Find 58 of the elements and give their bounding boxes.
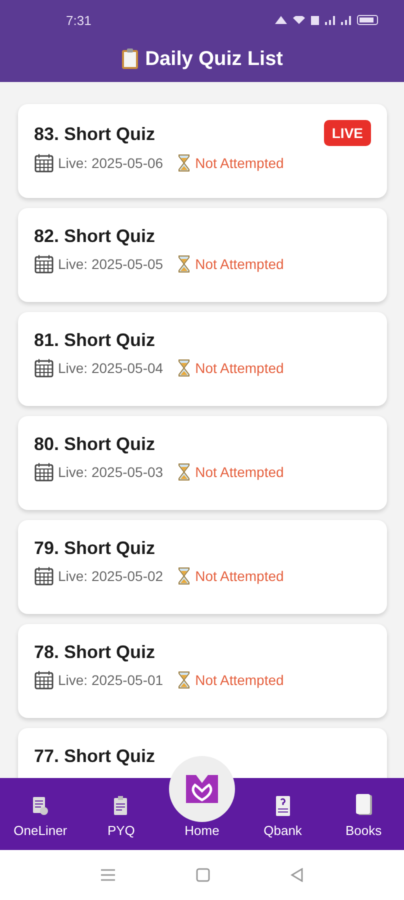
hourglass-icon [177,154,192,172]
hourglass-icon [177,463,192,481]
calendar-icon [34,670,54,690]
live-date: Live: 2025-05-04 [58,360,164,376]
quiz-title: 79. Short Quiz [34,538,156,559]
attempt-status: Not Attempted [195,155,284,171]
quiz-title: 80. Short Quiz [34,434,156,455]
live-date: Live: 2025-05-02 [58,568,164,584]
screen-title: Daily Quiz List [145,48,283,70]
hourglass-icon [177,255,192,273]
quiz-title: 83. Short Quiz [34,124,156,144]
clipboard-icon [121,48,140,70]
back-icon[interactable] [290,868,304,882]
quiz-title: 81. Short Quiz [34,330,156,351]
nav-tab[interactable]: Books [323,778,404,850]
attempt-status: Not Attempted [195,568,284,584]
nav-tab[interactable]: OneLiner [0,778,81,850]
attempt-status: Not Attempted [195,360,284,376]
quiz-card[interactable]: 81. Short Quiz Live: 2025-05-04 Not Attempted [18,312,387,406]
book-icon [354,793,374,817]
quiz-card[interactable]: 79. Short Quiz Live: 2025-05-02 Not Attempted [18,520,387,614]
calendar-icon [34,254,54,274]
question-book-icon [274,795,292,817]
quiz-card[interactable]: 78. Short Quiz Live: 2025-05-01 Not Attempted [18,624,387,718]
battery-icon [357,15,378,25]
quiz-card[interactable]: 77. Short Quiz [18,728,387,778]
attempt-status: Not Attempted [195,256,284,272]
attempt-status: Not Attempted [195,672,284,688]
menu-icon[interactable] [100,868,116,882]
hourglass-icon [177,359,192,377]
live-badge: LIVE [324,120,371,146]
live-date: Live: 2025-05-03 [58,464,164,480]
hourglass-icon [177,567,192,585]
logo-icon [184,773,219,805]
nav-tab[interactable]: PYQ [80,778,162,850]
quiz-title: 77. Short Quiz [34,746,156,767]
signal-icon [325,16,335,24]
quiz-card[interactable]: 83. Short Quiz LIVE Live: 2025-05-06 Not Attempted [18,104,387,198]
nav-tab[interactable]: Qbank [242,778,324,850]
calendar-icon [34,153,54,173]
signal-icon [341,16,351,24]
live-date: Live: 2025-05-06 [58,155,164,171]
calendar-icon [34,462,54,482]
live-date: Live: 2025-05-01 [58,672,164,688]
quiz-card[interactable]: 82. Short Quiz Live: 2025-05-05 Not Attempted [18,208,387,302]
notes-icon [30,795,50,817]
data-icon [275,15,287,25]
quiz-title: 78. Short Quiz [34,642,156,663]
live-date: Live: 2025-05-05 [58,256,164,272]
calendar-icon [34,566,54,586]
attempt-status: Not Attempted [195,464,284,480]
hourglass-icon [177,671,192,689]
calendar-icon [34,358,54,378]
wifi-icon [293,16,305,24]
home-square-icon[interactable] [196,868,210,882]
quiz-card[interactable]: 80. Short Quiz Live: 2025-05-03 Not Attempted [18,416,387,510]
quiz-title: 82. Short Quiz [34,226,156,247]
status-time: 7:31 [66,12,92,28]
